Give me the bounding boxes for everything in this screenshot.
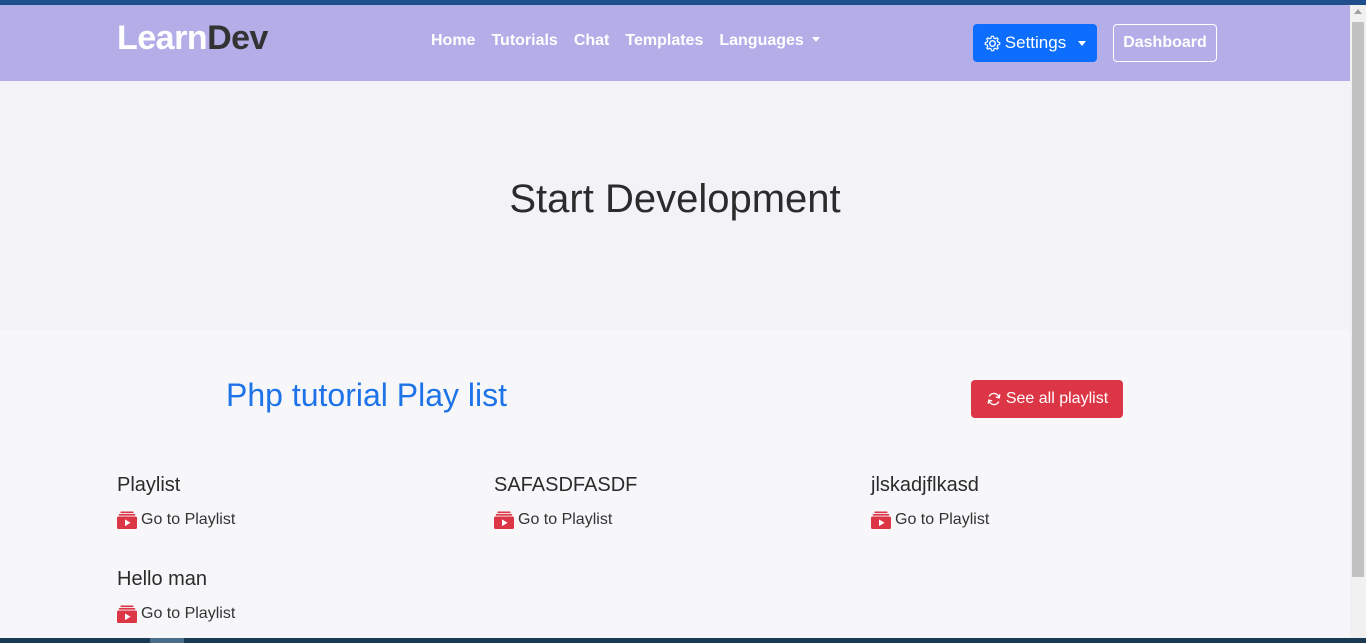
hero-section: Start Development <box>0 81 1350 329</box>
scrollbar-thumb[interactable] <box>1352 22 1364 577</box>
playlist-card: Hello man Go to Playlist <box>117 568 235 623</box>
youtube-playlist-icon <box>494 511 514 529</box>
settings-dropdown-button[interactable]: Settings <box>973 24 1097 62</box>
youtube-playlist-icon <box>871 511 891 529</box>
playlist-title: SAFASDFASDF <box>494 474 638 496</box>
nav-link-templates[interactable]: Templates <box>625 32 703 50</box>
refresh-icon <box>987 392 1001 406</box>
chevron-down-icon <box>1078 40 1087 46</box>
taskbar-active-item[interactable] <box>150 638 184 643</box>
youtube-playlist-icon <box>117 511 137 529</box>
playlist-card: Playlist Go to Playlist <box>117 474 235 529</box>
playlist-card: SAFASDFASDF Go to Playlist <box>494 474 637 529</box>
see-all-playlist-button[interactable]: See all playlist <box>971 380 1123 418</box>
playlist-title: jlskadjflkasd <box>871 474 979 496</box>
youtube-playlist-icon <box>117 605 137 623</box>
see-all-playlist-label: See all playlist <box>1005 390 1109 407</box>
nav-link-home[interactable]: Home <box>431 32 475 50</box>
nav-link-languages-label: Languages <box>719 32 804 49</box>
hero-title: Start Development <box>509 177 841 221</box>
dashboard-button[interactable]: Dashboard <box>1113 24 1217 62</box>
go-to-playlist-link[interactable]: Go to Playlist <box>117 605 235 623</box>
go-to-playlist-link[interactable]: Go to Playlist <box>871 511 989 529</box>
settings-label: Settings <box>1004 33 1067 52</box>
navbar: LearnDev Home Tutorials Chat Templates L… <box>0 5 1350 81</box>
playlist-card: jlskadjflkasd Go to Playlist <box>871 474 989 529</box>
go-to-playlist-label: Go to Playlist <box>141 511 236 528</box>
section-title: Php tutorial Play list <box>226 377 508 413</box>
go-to-playlist-label: Go to Playlist <box>518 511 613 528</box>
go-to-playlist-label: Go to Playlist <box>141 605 236 622</box>
go-to-playlist-link[interactable]: Go to Playlist <box>117 511 235 529</box>
playlist-title: Hello man <box>117 568 208 590</box>
go-to-playlist-label: Go to Playlist <box>895 511 990 528</box>
go-to-playlist-link[interactable]: Go to Playlist <box>494 511 637 529</box>
nav-link-tutorials[interactable]: Tutorials <box>491 32 557 50</box>
brand-part-2: Dev <box>207 19 268 57</box>
dashboard-label: Dashboard <box>1123 34 1207 51</box>
brand-part-1: Learn <box>117 19 208 57</box>
gear-icon <box>984 35 1001 51</box>
chevron-down-icon <box>811 37 820 42</box>
nav-dropdown-languages[interactable]: Languages <box>719 32 820 50</box>
nav-links: Home Tutorials Chat Templates Languages <box>431 32 820 50</box>
taskbar <box>0 638 1366 643</box>
scroll-up-arrow-icon[interactable] <box>1354 9 1362 14</box>
playlist-title: Playlist <box>117 474 181 496</box>
nav-link-chat[interactable]: Chat <box>574 32 610 50</box>
brand-logo[interactable]: LearnDev <box>117 19 268 58</box>
